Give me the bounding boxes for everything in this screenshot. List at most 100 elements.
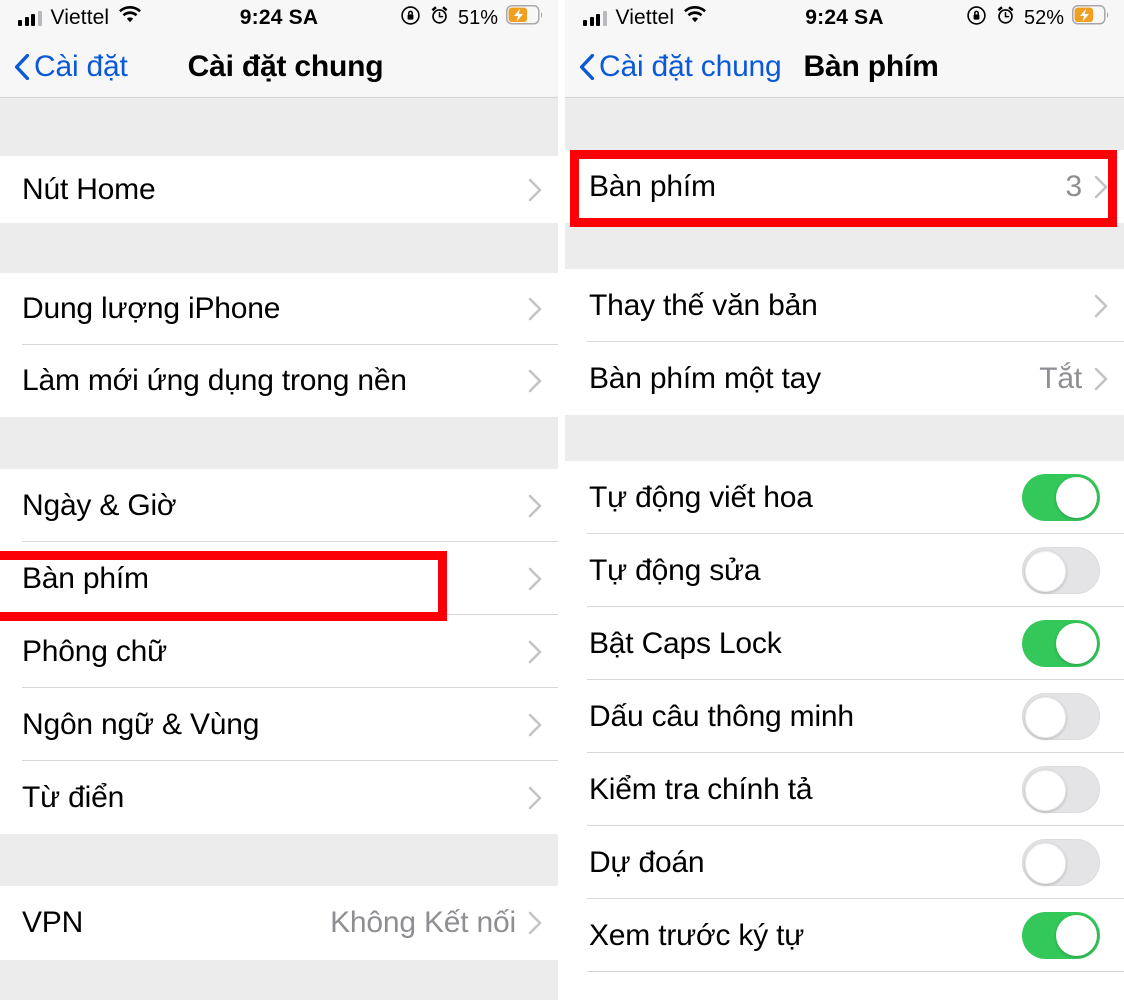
list-item-kiem-tra-chinh-ta[interactable]: Kiểm tra chính tả	[565, 753, 1124, 826]
list-item-label: Bàn phím một tay	[589, 361, 821, 395]
list-item-tu-dong-sua[interactable]: Tự động sửa	[565, 534, 1124, 607]
toggle-knob	[1025, 697, 1066, 738]
chevron-right-icon	[528, 567, 542, 590]
list-item-label: Làm mới ứng dụng trong nền	[22, 364, 407, 397]
list-item-ngon-ngu-vung[interactable]: Ngôn ngữ & Vùng	[0, 688, 558, 761]
section-spacer	[565, 223, 1124, 269]
section-spacer	[0, 417, 558, 469]
list-item-label: Dung lượng iPhone	[22, 292, 281, 325]
toggle-bat-caps-lock[interactable]	[1022, 620, 1100, 667]
settings-group: Tự động viết hoa Tự động sửa Bật Caps Lo…	[565, 461, 1124, 972]
row-divider	[587, 971, 1124, 972]
settings-list: Nút Home Dung lượng iPhone Làm mới ứng d…	[0, 98, 558, 1000]
chevron-right-icon	[1094, 367, 1108, 390]
list-item-value: Tắt	[1039, 361, 1082, 395]
status-bar-left: Viettel	[18, 5, 142, 30]
settings-list: Bàn phím 3 Thay thế văn bản Bàn phím một…	[565, 98, 1124, 972]
toggle-xem-truoc-ky-tu[interactable]	[1022, 912, 1100, 959]
section-spacer	[0, 960, 558, 1000]
toggle-du-doan[interactable]	[1022, 839, 1100, 886]
settings-group: Dung lượng iPhone Làm mới ứng dụng trong…	[0, 273, 558, 417]
chevron-right-icon	[528, 640, 542, 663]
dual-screenshot-container: Viettel 9:24 SA 51% Cài đặt Cài đặt chun…	[0, 0, 1124, 1000]
settings-group: VPN Không Kết nối	[0, 886, 558, 960]
toggle-tu-dong-viet-hoa[interactable]	[1022, 474, 1100, 521]
chevron-right-icon	[1094, 175, 1108, 198]
nav-bar: Cài đặt Cài đặt chung	[0, 36, 558, 98]
list-item-label: Dự đoán	[589, 845, 705, 879]
list-item-ngay-gio[interactable]: Ngày & Giờ	[0, 469, 558, 542]
list-item-phong-chu[interactable]: Phông chữ	[0, 615, 558, 688]
battery-percent-label: 52%	[1023, 6, 1064, 29]
list-item-label: Xem trước ký tự	[589, 918, 805, 952]
screen-keyboard-settings: Viettel 9:24 SA 52% Cài đặt chung Bàn ph…	[565, 0, 1124, 1000]
chevron-right-icon	[528, 786, 542, 809]
toggle-kiem-tra-chinh-ta[interactable]	[1022, 766, 1100, 813]
list-item-label: Tự động viết hoa	[589, 480, 813, 514]
battery-charging-icon	[1072, 5, 1110, 31]
list-item-label: Nút Home	[22, 172, 156, 206]
list-item-dau-cau-thong-minh[interactable]: Dấu câu thông minh	[565, 680, 1124, 753]
list-item-label: Bàn phím	[22, 561, 149, 595]
chevron-left-icon	[14, 53, 30, 80]
section-spacer	[565, 415, 1124, 461]
chevron-right-icon	[528, 713, 542, 736]
signal-bars-icon	[583, 10, 607, 26]
status-bar: Viettel 9:24 SA 52%	[565, 0, 1124, 36]
toggle-knob	[1025, 843, 1066, 884]
list-item-tu-dong-viet-hoa[interactable]: Tự động viết hoa	[565, 461, 1124, 534]
screen-general-settings: Viettel 9:24 SA 51% Cài đặt Cài đặt chun…	[0, 0, 558, 1000]
list-item-value: 3	[1065, 169, 1083, 203]
chevron-right-icon	[528, 911, 542, 935]
section-spacer	[0, 98, 558, 156]
chevron-right-icon	[1094, 294, 1108, 317]
screen-separator	[558, 0, 565, 1000]
carrier-label: Viettel	[615, 6, 675, 29]
back-button[interactable]: Cài đặt	[14, 50, 128, 84]
chevron-right-icon	[528, 494, 542, 517]
list-item-label: Từ điển	[22, 780, 125, 814]
toggle-dau-cau-thong-minh[interactable]	[1022, 693, 1100, 740]
settings-group: Thay thế văn bản Bàn phím một tay Tắt	[565, 269, 1124, 415]
list-item-label: VPN	[22, 906, 84, 939]
toggle-knob	[1056, 915, 1097, 956]
toggle-knob	[1056, 623, 1097, 664]
list-item-xem-truoc-ky-tu[interactable]: Xem trước ký tự	[565, 899, 1124, 972]
toggle-knob	[1025, 770, 1066, 811]
section-spacer	[0, 223, 558, 273]
list-item-dung-luong-iphone[interactable]: Dung lượng iPhone	[0, 273, 558, 345]
chevron-left-icon	[579, 53, 595, 80]
nav-bar: Cài đặt chung Bàn phím	[565, 36, 1124, 98]
toggle-tu-dong-sua[interactable]	[1022, 547, 1100, 594]
chevron-right-icon	[528, 369, 542, 393]
wifi-icon	[118, 5, 142, 30]
list-item-label: Kiểm tra chính tả	[589, 772, 813, 806]
wifi-icon	[683, 5, 707, 30]
list-item-ban-phim[interactable]: Bàn phím 3	[565, 150, 1124, 223]
section-spacer	[565, 98, 1124, 150]
list-item-tu-dien[interactable]: Từ điển	[0, 761, 558, 834]
list-item-vpn[interactable]: VPN Không Kết nối	[0, 886, 558, 960]
list-item-label: Bật Caps Lock	[589, 626, 782, 660]
list-item-bat-caps-lock[interactable]: Bật Caps Lock	[565, 607, 1124, 680]
settings-group: Nút Home	[0, 156, 558, 223]
page-title: Cài đặt chung	[187, 49, 384, 83]
rotation-lock-icon	[966, 5, 987, 32]
list-item-lam-moi-ung-dung-trong-nen[interactable]: Làm mới ứng dụng trong nền	[0, 345, 558, 417]
battery-percent-label: 51%	[457, 6, 498, 29]
list-item-ban-phim-mot-tay[interactable]: Bàn phím một tay Tắt	[565, 342, 1124, 415]
list-item-label: Ngày & Giờ	[22, 488, 177, 522]
settings-group: Ngày & Giờ Bàn phím Phông chữ Ngôn ngữ &…	[0, 469, 558, 834]
list-item-nut-home[interactable]: Nút Home	[0, 156, 558, 223]
carrier-label: Viettel	[50, 6, 110, 29]
back-button-label: Cài đặt	[34, 49, 128, 83]
list-item-du-doan[interactable]: Dự đoán	[565, 826, 1124, 899]
list-item-value: Không Kết nối	[330, 906, 516, 939]
list-item-ban-phim[interactable]: Bàn phím	[0, 542, 558, 615]
page-title: Bàn phím	[803, 49, 939, 83]
chevron-right-icon	[528, 178, 542, 201]
back-button[interactable]: Cài đặt chung	[579, 50, 782, 84]
status-bar-right: 51%	[400, 5, 544, 32]
back-button-label: Cài đặt chung	[599, 49, 782, 83]
list-item-thay-the-van-ban[interactable]: Thay thế văn bản	[565, 269, 1124, 342]
